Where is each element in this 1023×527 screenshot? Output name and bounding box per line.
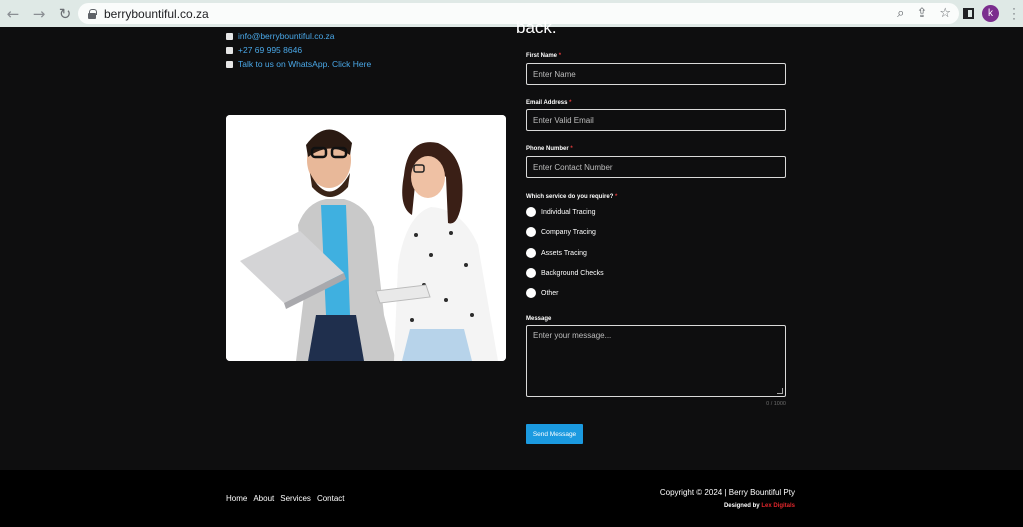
message-label-text: Message	[526, 316, 552, 322]
send-message-button[interactable]: Send Message	[526, 424, 583, 444]
first-name-placeholder: Enter Name	[533, 69, 576, 79]
radio-button[interactable]	[526, 268, 536, 278]
required-marker: *	[615, 194, 618, 200]
footer-link-services[interactable]: Services	[280, 494, 311, 503]
radio-label: Other	[541, 289, 559, 297]
email-input[interactable]: Enter Valid Email	[526, 109, 786, 131]
email-label-text: Email Address	[526, 100, 568, 106]
url-text: berrybountiful.co.za	[104, 6, 209, 21]
email-label: Email Address *	[526, 100, 571, 106]
message-placeholder: Enter your message...	[533, 331, 612, 340]
radio-label: Company Tracing	[541, 228, 596, 236]
message-label: Message	[526, 316, 551, 322]
contact-whatsapp-link[interactable]: Talk to us on WhatsApp. Click Here	[226, 57, 371, 71]
service-option-background[interactable]: Background Checks	[526, 268, 604, 278]
browser-toolbar: ← → ↻ berrybountiful.co.za ⌕ ⇪ ☆ k · · ·	[0, 0, 1023, 27]
designed-by: Designed by Lex Digitals	[724, 503, 795, 509]
contact-phone-link[interactable]: +27 69 995 8646	[226, 43, 371, 57]
people-with-laptop-illustration	[226, 115, 506, 361]
phone-label-text: Phone Number	[526, 146, 569, 152]
forward-icon[interactable]: →	[26, 0, 52, 27]
envelope-icon	[226, 32, 233, 40]
radio-button[interactable]	[526, 207, 536, 217]
first-name-label: First Name *	[526, 53, 561, 59]
message-textarea[interactable]: Enter your message...	[526, 325, 786, 397]
resize-handle-icon[interactable]	[777, 388, 783, 394]
required-marker: *	[569, 100, 572, 106]
lock-icon[interactable]	[88, 8, 97, 19]
radio-button[interactable]	[526, 288, 536, 298]
footer-link-home[interactable]: Home	[226, 494, 247, 503]
contact-email-link[interactable]: info@berrybountiful.co.za	[226, 29, 371, 43]
radio-button[interactable]	[526, 227, 536, 237]
footer-link-about[interactable]: About	[253, 494, 274, 503]
phone-placeholder: Enter Contact Number	[533, 162, 613, 172]
profile-avatar[interactable]: k	[982, 5, 999, 22]
first-name-label-text: First Name	[526, 53, 558, 59]
email-placeholder: Enter Valid Email	[533, 115, 594, 125]
radio-button[interactable]	[526, 248, 536, 258]
back-icon[interactable]: ←	[0, 0, 26, 27]
footer-nav: Home About Services Contact	[226, 494, 345, 503]
whatsapp-icon	[226, 60, 233, 68]
required-marker: *	[570, 146, 573, 152]
service-label: Which service do you require? *	[526, 194, 617, 200]
phone-icon	[226, 46, 233, 54]
phone-label: Phone Number *	[526, 146, 573, 152]
service-option-other[interactable]: Other	[526, 288, 559, 298]
radio-label: Background Checks	[541, 269, 604, 277]
character-counter: 0 / 1000	[766, 401, 786, 407]
copyright-text: Copyright © 2024 | Berry Bountiful Pty	[659, 488, 795, 497]
footer-link-contact[interactable]: Contact	[317, 494, 345, 503]
phone-input[interactable]: Enter Contact Number	[526, 156, 786, 178]
service-option-individual[interactable]: Individual Tracing	[526, 207, 595, 217]
side-panel-icon[interactable]	[963, 8, 974, 19]
radio-label: Individual Tracing	[541, 208, 596, 216]
bookmark-star-icon[interactable]: ☆	[939, 6, 951, 21]
first-name-input[interactable]: Enter Name	[526, 63, 786, 85]
radio-label: Assets Tracing	[541, 249, 587, 257]
section-heading-fragment: back.	[516, 18, 557, 37]
team-photo	[226, 115, 506, 361]
contact-section: info@berrybountiful.co.za +27 69 995 864…	[0, 18, 1023, 470]
contact-whatsapp-text: Talk to us on WhatsApp. Click Here	[238, 59, 372, 69]
browser-menu-icon[interactable]: · · ·	[1012, 2, 1016, 24]
zoom-icon[interactable]: ⌕	[897, 6, 904, 21]
reload-icon[interactable]: ↻	[52, 0, 78, 27]
designed-by-text: Designed by	[723, 503, 760, 509]
contact-details: info@berrybountiful.co.za +27 69 995 864…	[226, 29, 371, 71]
service-label-text: Which service do you require?	[526, 194, 614, 200]
designer-link[interactable]: Lex Digitals	[761, 503, 795, 509]
site-footer: Home About Services Contact Copyright © …	[0, 470, 1023, 527]
contact-email-text: info@berrybountiful.co.za	[238, 31, 335, 41]
contact-phone-text: +27 69 995 8646	[238, 45, 303, 55]
share-icon[interactable]: ⇪	[916, 6, 927, 21]
required-marker: *	[558, 53, 562, 59]
service-option-company[interactable]: Company Tracing	[526, 227, 596, 237]
service-option-assets[interactable]: Assets Tracing	[526, 248, 587, 258]
